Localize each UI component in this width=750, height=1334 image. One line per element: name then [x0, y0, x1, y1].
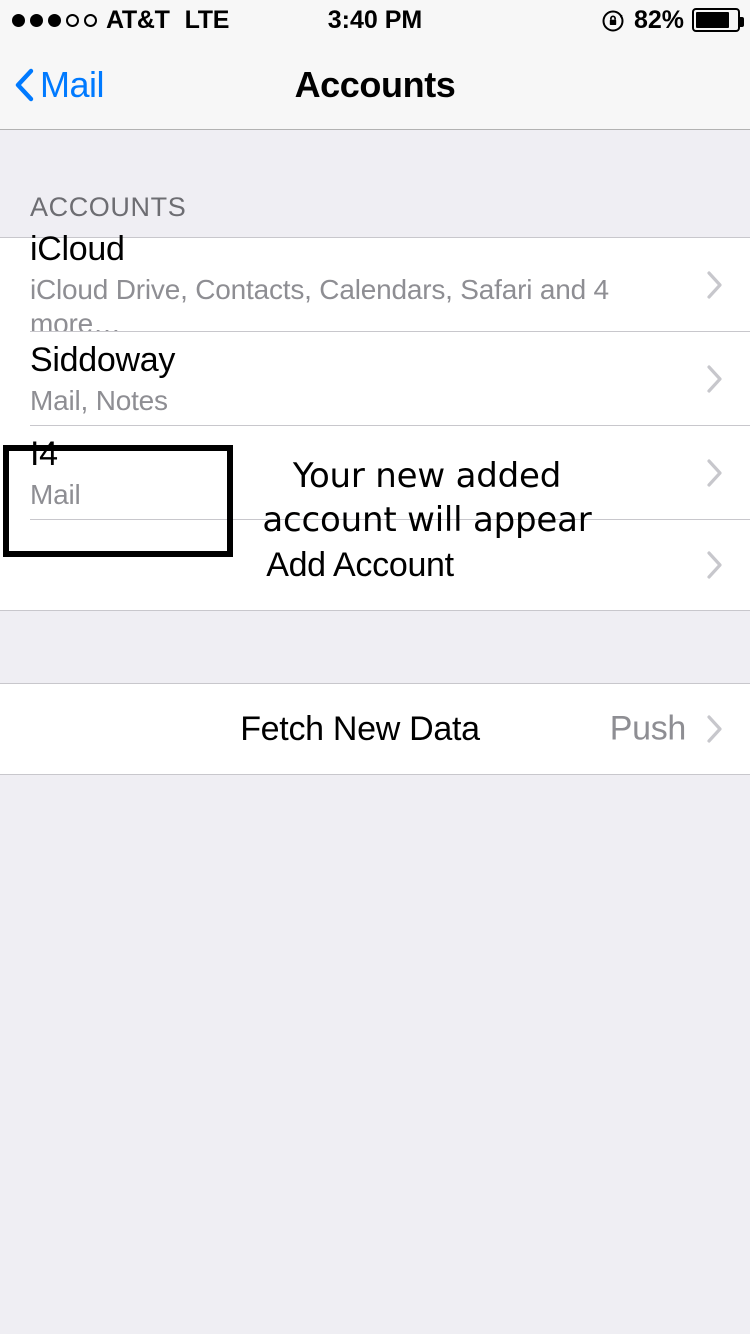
list-item-title: iCloud	[30, 229, 125, 268]
page-title: Accounts	[294, 63, 456, 105]
status-bar: AT&T LTE 3:40 PM 82%	[0, 0, 750, 40]
list-item-title: Fetch New Data	[240, 709, 480, 748]
battery-percent-label: 82%	[633, 5, 684, 34]
chevron-right-icon	[706, 550, 724, 580]
list-item-subtitle: Mail, Notes	[30, 384, 168, 416]
status-bar-right: 82%	[601, 5, 744, 35]
list-item-title: Add Account	[266, 545, 454, 584]
empty-area	[0, 775, 750, 1309]
chevron-right-icon	[706, 270, 724, 300]
list-item-siddoway[interactable]: Siddoway Mail, Notes	[0, 332, 750, 426]
chevron-right-icon	[706, 364, 724, 394]
chevron-right-icon	[706, 458, 724, 488]
list-item-fetch-new-data[interactable]: Fetch New Data Push	[0, 684, 750, 774]
list-item-subtitle: Mail	[30, 478, 81, 510]
accounts-table: iCloud iCloud Drive, Contacts, Calendars…	[0, 230, 750, 611]
rotation-lock-icon	[601, 8, 626, 33]
chevron-right-icon	[706, 714, 724, 744]
settings-content: ACCOUNTS iCloud iCloud Drive, Contacts, …	[0, 130, 750, 1309]
list-item-title: I4	[30, 434, 58, 473]
list-item-value: Push	[609, 709, 687, 748]
fetch-table: Fetch New Data Push	[0, 683, 750, 775]
list-item-title: Siddoway	[30, 340, 176, 379]
section-header-accounts: ACCOUNTS	[30, 192, 187, 222]
list-item-new-account[interactable]: I4 Mail	[0, 426, 750, 520]
navigation-bar: Mail Accounts	[0, 40, 750, 130]
battery-icon	[692, 8, 744, 32]
list-item-add-account[interactable]: Add Account	[0, 520, 750, 610]
section-gap	[0, 611, 750, 683]
list-item-icloud[interactable]: iCloud iCloud Drive, Contacts, Calendars…	[0, 230, 750, 339]
